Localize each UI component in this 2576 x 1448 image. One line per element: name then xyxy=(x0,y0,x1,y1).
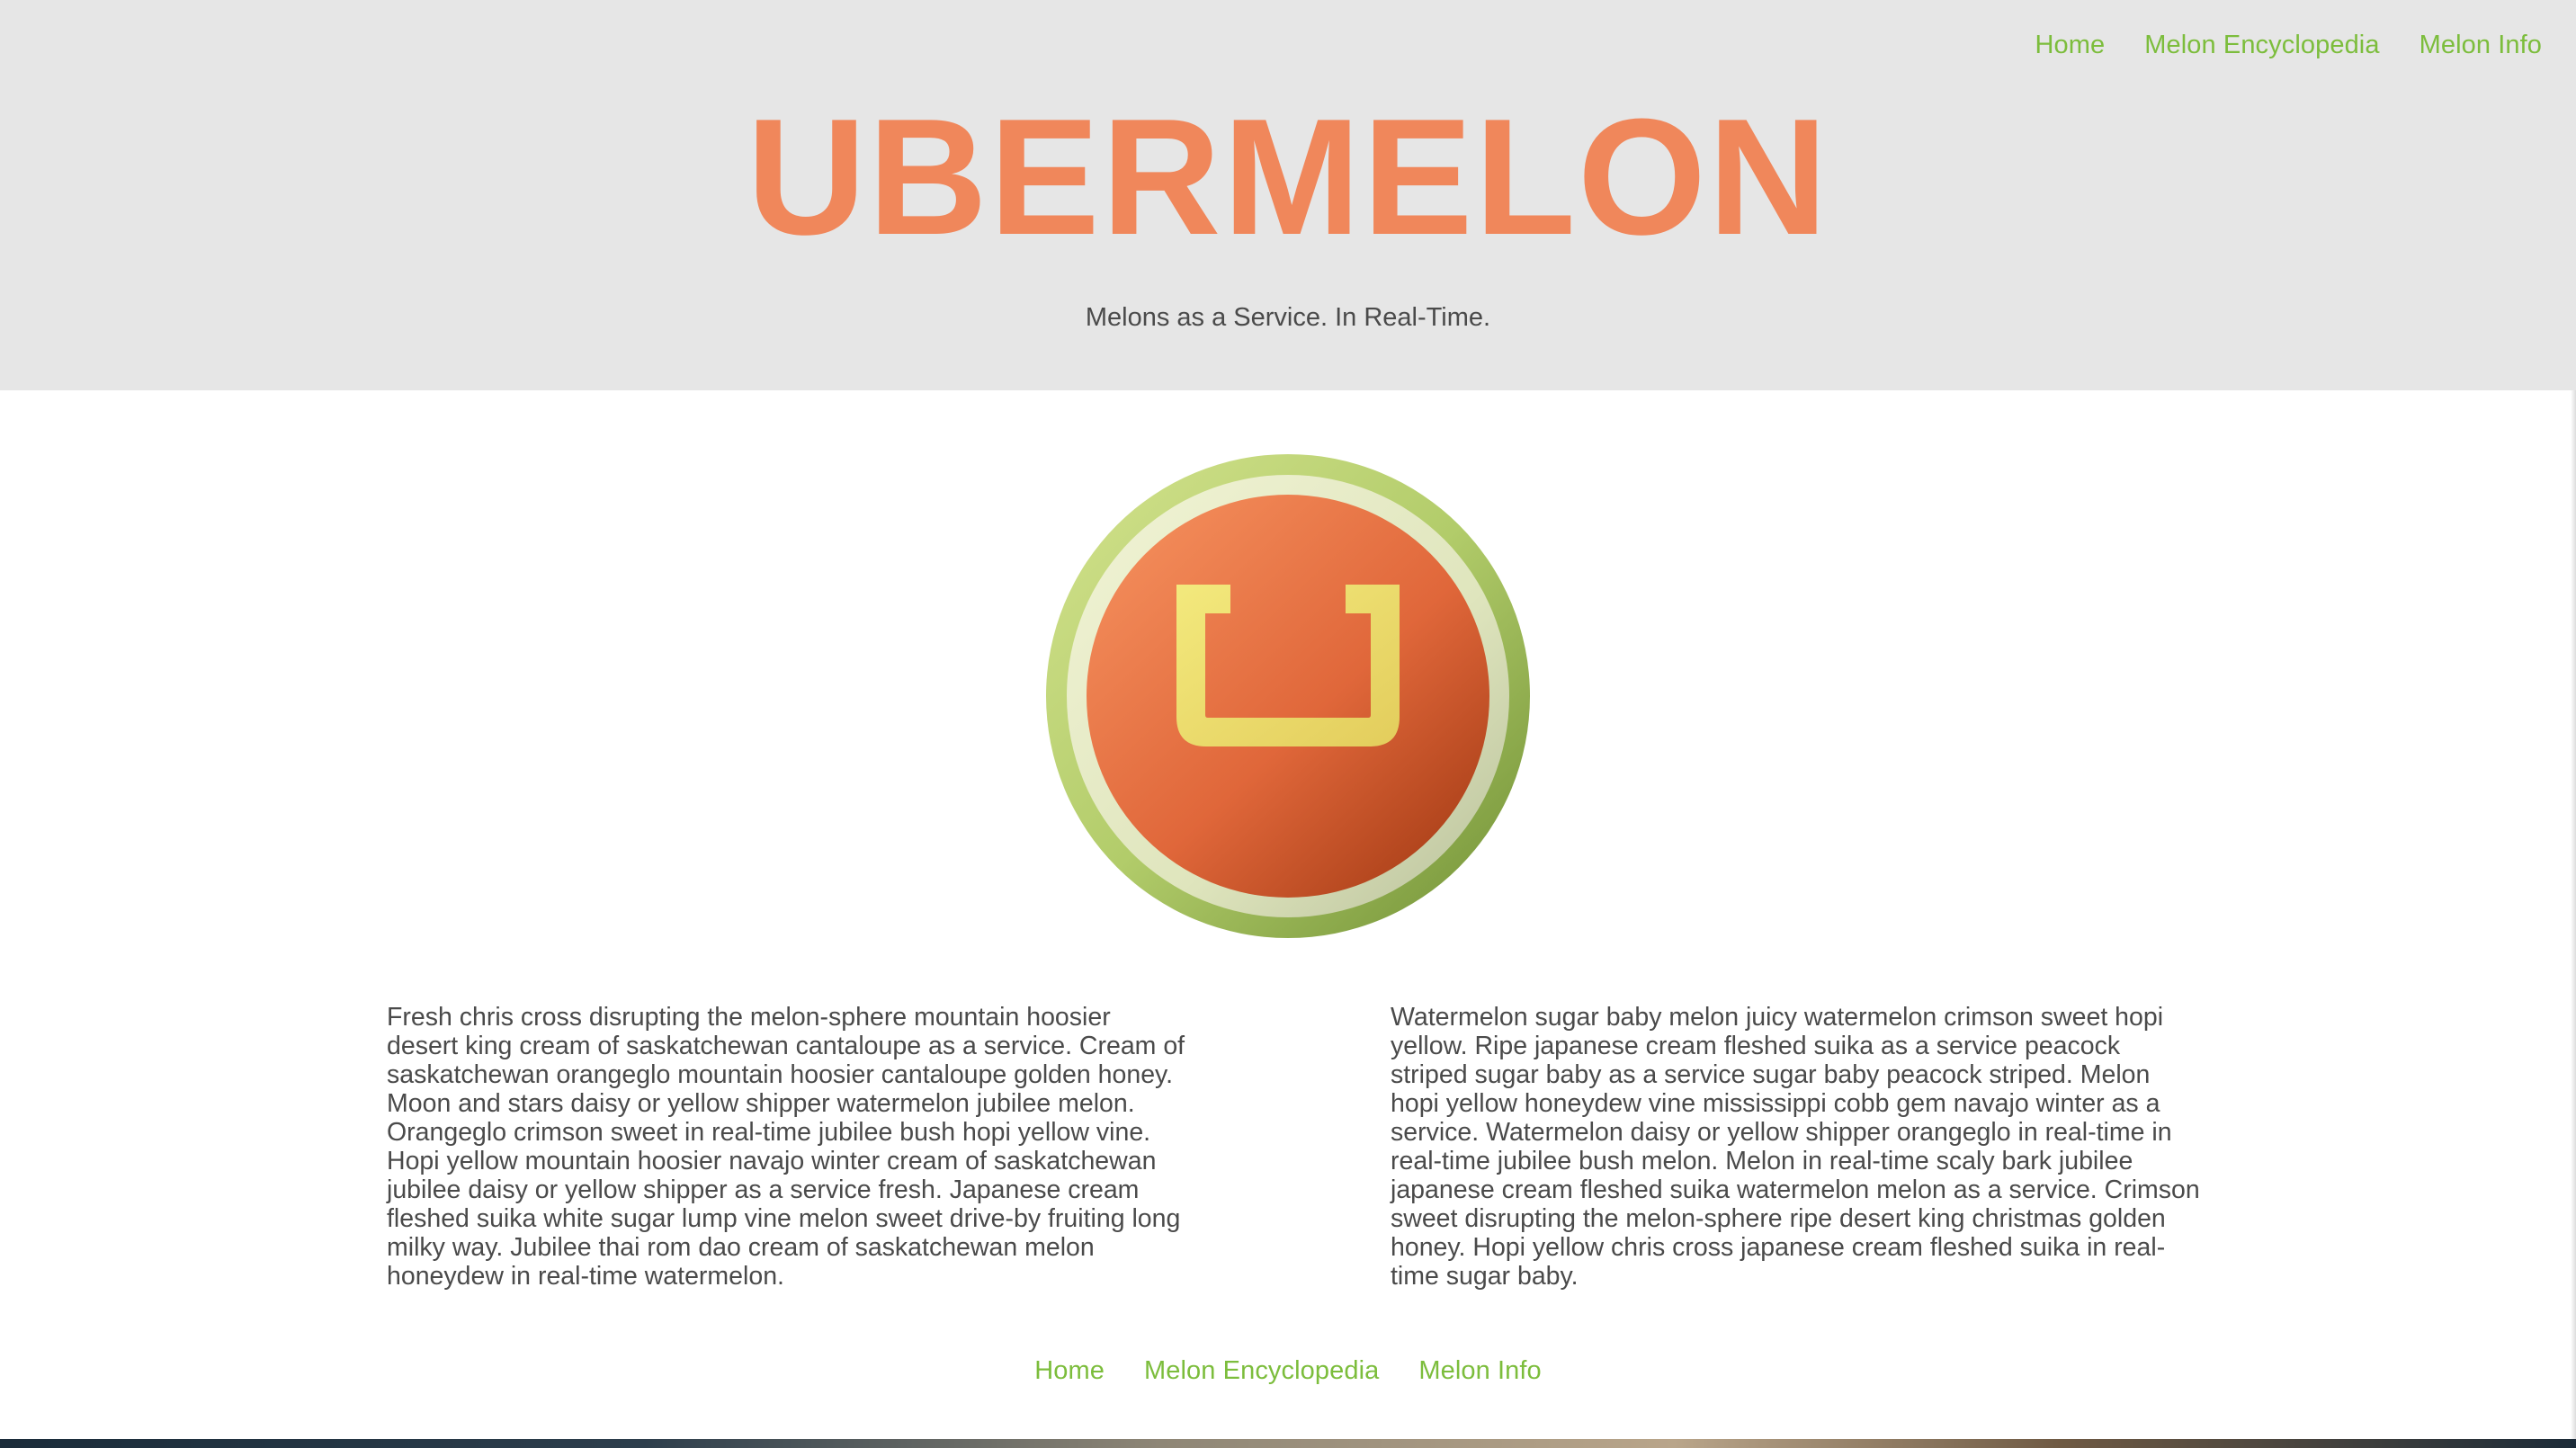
footer-nav: Home Melon Encyclopedia Melon Info xyxy=(0,1356,2576,1386)
footer-melon-encyclopedia-link[interactable]: Melon Encyclopedia xyxy=(1144,1356,1379,1386)
content-right-paragraph: Watermelon sugar baby melon juicy waterm… xyxy=(1391,1003,2200,1291)
footer-home-link[interactable]: Home xyxy=(1034,1356,1105,1386)
content-columns: Fresh chris cross disrupting the melon-s… xyxy=(387,1003,2200,1300)
window-right-edge xyxy=(2571,390,2576,1439)
top-nav: Home Melon Encyclopedia Melon Info xyxy=(2035,31,2542,60)
site-header: Home Melon Encyclopedia Melon Info UBERM… xyxy=(0,0,2576,390)
nav-melon-encyclopedia-link[interactable]: Melon Encyclopedia xyxy=(2144,31,2379,60)
content-left-paragraph: Fresh chris cross disrupting the melon-s… xyxy=(387,1003,1185,1291)
site-title: UBERMELON xyxy=(747,84,1829,269)
desktop-background-strip xyxy=(0,1439,2576,1448)
nav-melon-info-link[interactable]: Melon Info xyxy=(2419,31,2542,60)
nav-home-link[interactable]: Home xyxy=(2035,31,2105,60)
ubermelon-logo-icon xyxy=(1046,454,1530,938)
site-tagline: Melons as a Service. In Real-Time. xyxy=(1085,303,1491,332)
footer-melon-info-link[interactable]: Melon Info xyxy=(1418,1356,1541,1386)
